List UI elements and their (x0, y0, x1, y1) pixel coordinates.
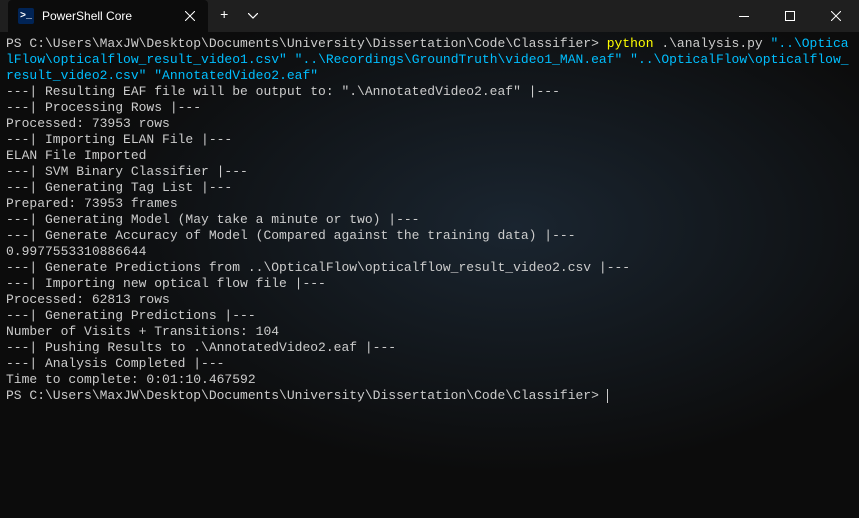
command-arg4: "AnnotatedVideo2.eaf" (154, 68, 318, 83)
minimize-icon (739, 16, 749, 17)
out-line: ---| Resulting EAF file will be output t… (6, 84, 560, 99)
window-controls (721, 0, 859, 32)
maximize-icon (785, 11, 795, 21)
tab-dropdown-button[interactable] (240, 0, 266, 32)
tab-powershell[interactable]: >_ PowerShell Core (8, 0, 208, 32)
out-line: ---| Importing ELAN File |--- (6, 132, 232, 147)
out-line: ---| Generating Predictions |--- (6, 308, 256, 323)
out-line: Processed: 62813 rows (6, 292, 170, 307)
tab-title: PowerShell Core (42, 9, 174, 23)
titlebar: >_ PowerShell Core + (0, 0, 859, 32)
out-line: Processed: 73953 rows (6, 116, 170, 131)
out-line: ---| SVM Binary Classifier |--- (6, 164, 248, 179)
out-line: 0.9977553310886644 (6, 244, 146, 259)
out-line: Time to complete: 0:01:10.467592 (6, 372, 256, 387)
terminal-output[interactable]: PS C:\Users\MaxJW\Desktop\Documents\Univ… (0, 32, 859, 518)
out-line: ---| Generating Model (May take a minute… (6, 212, 419, 227)
command-script: .\analysis.py (654, 36, 771, 51)
command-arg2: "..\Recordings\GroundTruth\video1_MAN.ea… (295, 52, 623, 67)
out-line: ---| Generate Predictions from ..\Optica… (6, 260, 630, 275)
out-line: Number of Visits + Transitions: 104 (6, 324, 279, 339)
out-line: ---| Generating Tag List |--- (6, 180, 232, 195)
close-icon (831, 9, 841, 24)
prompt: PS C:\Users\MaxJW\Desktop\Documents\Univ… (6, 36, 607, 51)
out-line: ---| Generate Accuracy of Model (Compare… (6, 228, 576, 243)
tab-close-button[interactable] (182, 8, 198, 24)
out-line: ---| Processing Rows |--- (6, 100, 201, 115)
cursor (607, 389, 608, 403)
out-line: ---| Importing new optical flow file |--… (6, 276, 326, 291)
out-line: Prepared: 73953 frames (6, 196, 178, 211)
out-line: ---| Pushing Results to .\AnnotatedVideo… (6, 340, 396, 355)
prompt: PS C:\Users\MaxJW\Desktop\Documents\Univ… (6, 388, 607, 403)
new-tab-button[interactable]: + (208, 0, 240, 32)
out-line: ---| Analysis Completed |--- (6, 356, 224, 371)
maximize-button[interactable] (767, 0, 813, 32)
close-window-button[interactable] (813, 0, 859, 32)
powershell-icon: >_ (18, 8, 34, 24)
out-line: ELAN File Imported (6, 148, 146, 163)
minimize-button[interactable] (721, 0, 767, 32)
command-python: python (607, 36, 654, 51)
